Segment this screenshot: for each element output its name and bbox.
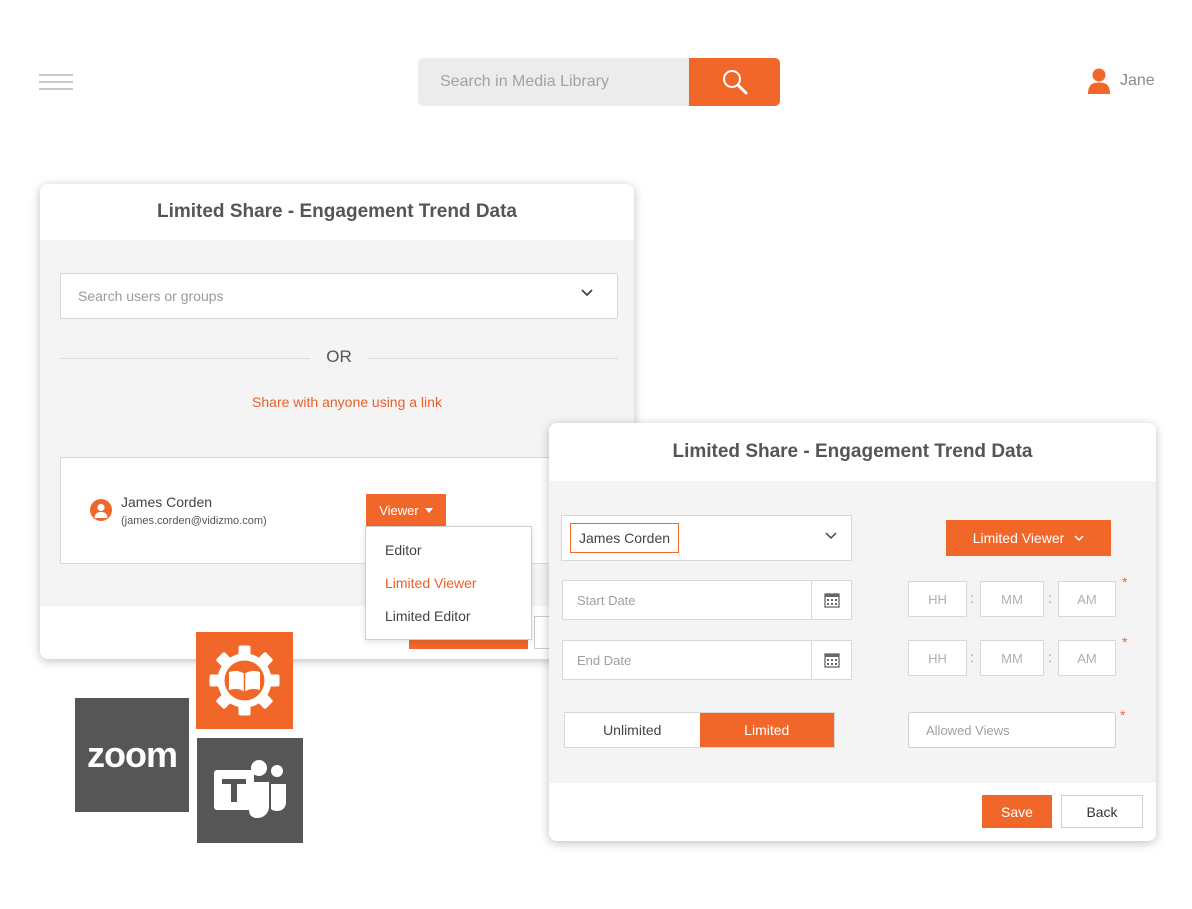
start-date-input[interactable]: Start Date <box>562 580 852 620</box>
media-library-search-input[interactable]: Search in Media Library <box>418 58 690 106</box>
search-button[interactable] <box>689 58 780 106</box>
share-dialog: Limited Share - Engagement Trend Data Se… <box>40 184 634 659</box>
start-ampm-select[interactable]: AM <box>1058 581 1116 617</box>
time-separator: : <box>1048 590 1052 606</box>
required-asterisk: * <box>1120 707 1126 723</box>
end-hour-input[interactable]: HH <box>908 640 967 676</box>
user-name: Jane <box>1120 72 1155 89</box>
role-label: Limited Viewer <box>972 530 1065 546</box>
role-option-limited-editor[interactable]: Limited Editor <box>366 605 531 638</box>
limited-viewer-role-button[interactable]: Limited Viewer <box>946 520 1111 556</box>
shared-user-name: James Corden <box>121 494 213 510</box>
time-separator: : <box>970 590 974 606</box>
required-asterisk: * <box>1122 574 1128 590</box>
role-dropdown-menu: Editor Limited Viewer Limited Editor <box>365 526 532 640</box>
calendar-icon[interactable] <box>811 641 851 679</box>
user-group-search-input[interactable]: Search users or groups <box>60 273 618 319</box>
shared-user-email: (james.corden@vidizmo.com) <box>121 515 267 527</box>
search-placeholder: Search users or groups <box>78 288 224 304</box>
start-hour-input[interactable]: HH <box>908 581 967 617</box>
back-button[interactable]: Back <box>1061 795 1143 828</box>
required-asterisk: * <box>1122 634 1128 650</box>
start-minute-input[interactable]: MM <box>980 581 1044 617</box>
end-minute-input[interactable]: MM <box>980 640 1044 676</box>
limited-share-dialog: Limited Share - Engagement Trend Data Ja… <box>549 423 1156 841</box>
search-icon <box>722 70 747 95</box>
user-menu[interactable]: Jane <box>1087 68 1155 94</box>
or-label: OR <box>326 347 352 366</box>
role-option-limited-viewer[interactable]: Limited Viewer <box>366 572 531 605</box>
zoom-logo-text: zoom <box>87 734 178 775</box>
time-separator: : <box>970 649 974 665</box>
role-dropdown-button[interactable]: Viewer <box>366 494 446 526</box>
end-ampm-select[interactable]: AM <box>1058 640 1116 676</box>
allowed-views-input[interactable]: Allowed Views <box>908 712 1116 748</box>
end-date-input[interactable]: End Date <box>562 640 852 680</box>
unlimited-option[interactable]: Unlimited <box>565 713 700 747</box>
chevron-down-icon <box>1074 535 1084 541</box>
chevron-down-icon <box>825 532 837 540</box>
save-button[interactable]: Save <box>982 795 1052 828</box>
or-divider: OR <box>60 347 618 369</box>
learning-app-logo <box>196 632 293 729</box>
limited-dialog-title: Limited Share - Engagement Trend Data <box>549 423 1156 481</box>
caret-down-icon <box>424 507 433 513</box>
hamburger-menu-icon[interactable] <box>39 74 73 92</box>
user-avatar-icon <box>90 499 112 521</box>
selected-user-select[interactable]: James Corden <box>561 515 852 561</box>
selected-user-chip: James Corden <box>570 523 680 553</box>
user-icon <box>1088 68 1110 94</box>
share-dialog-title: Limited Share - Engagement Trend Data <box>40 184 634 240</box>
view-limit-toggle: Unlimited Limited <box>564 712 835 748</box>
start-date-placeholder: Start Date <box>577 592 636 608</box>
share-link[interactable]: Share with anyone using a link <box>40 394 634 410</box>
limited-option[interactable]: Limited <box>699 713 834 747</box>
teams-logo <box>197 738 303 843</box>
end-date-placeholder: End Date <box>577 652 632 668</box>
chevron-down-icon <box>581 289 593 297</box>
teams-icon <box>214 760 286 818</box>
time-separator: : <box>1048 649 1052 665</box>
role-option-editor[interactable]: Editor <box>366 539 531 572</box>
zoom-logo: zoom <box>75 698 189 812</box>
calendar-icon[interactable] <box>811 581 851 619</box>
role-label: Viewer <box>379 502 419 518</box>
gear-book-icon <box>209 645 280 716</box>
